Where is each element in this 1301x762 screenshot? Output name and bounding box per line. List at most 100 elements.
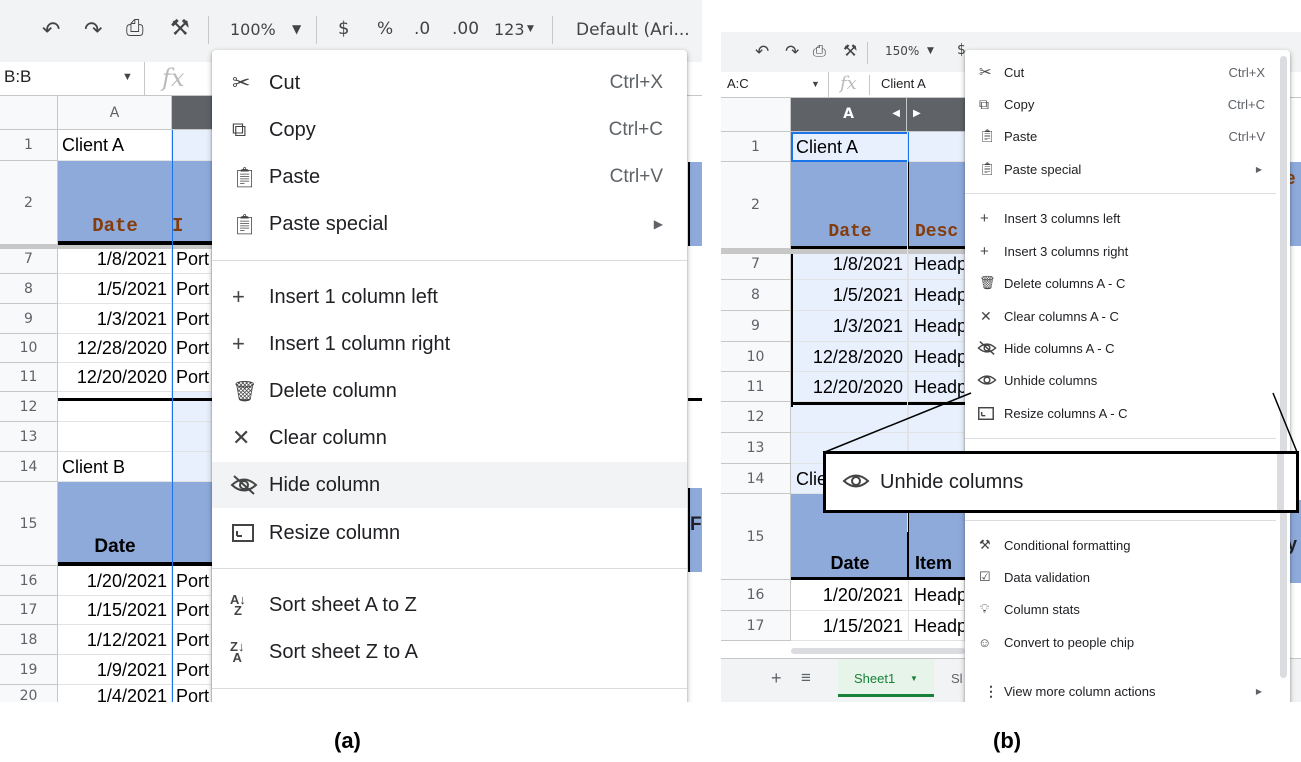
format-select[interactable]: 123 bbox=[494, 20, 525, 39]
cell-a[interactable]: 1/5/2021 bbox=[58, 274, 172, 304]
row-header[interactable]: 10 bbox=[0, 334, 58, 363]
row-header[interactable]: 13 bbox=[0, 422, 58, 452]
cell-b[interactable]: Port bbox=[172, 334, 212, 363]
cell-a[interactable]: Client B bbox=[58, 452, 172, 482]
cell-b[interactable]: Port bbox=[172, 566, 212, 596]
cell-a[interactable]: 12/28/2020 bbox=[58, 334, 172, 363]
row-header[interactable]: 17 bbox=[0, 596, 58, 625]
cell-b[interactable]: Port bbox=[172, 655, 212, 685]
border-line bbox=[58, 398, 212, 401]
row-header[interactable]: 19 bbox=[0, 655, 58, 685]
cell-b bbox=[172, 482, 212, 566]
print-icon[interactable]: ⎙ bbox=[126, 16, 144, 41]
decrease-decimal-button[interactable]: .0 bbox=[414, 19, 430, 39]
menu-label: Paste bbox=[269, 165, 321, 188]
menu-label: Cut bbox=[269, 71, 301, 94]
menu-label: Hide column bbox=[269, 473, 381, 496]
cell-a[interactable]: 1/9/2021 bbox=[58, 655, 172, 685]
eye-off-icon bbox=[230, 474, 258, 496]
cell-a[interactable]: 1/12/2021 bbox=[58, 625, 172, 655]
menu-shortcut: Ctrl+X bbox=[609, 72, 663, 93]
row-header[interactable]: 7 bbox=[0, 245, 58, 274]
menu-item-resize-column[interactable]: Resize column bbox=[212, 515, 687, 551]
row-header[interactable]: 14 bbox=[0, 452, 58, 482]
redo-icon[interactable]: ↷ bbox=[84, 18, 102, 43]
menu-item-insert-right[interactable]: + Insert 1 column right bbox=[212, 326, 687, 362]
cell-b[interactable]: Port bbox=[172, 274, 212, 304]
menu-item-insert-left[interactable]: + Insert 1 column left bbox=[212, 279, 687, 315]
menu-item-sort-z-a[interactable]: Z↓ A Sort sheet Z to A bbox=[212, 634, 687, 670]
menu-label: Delete column bbox=[269, 379, 397, 402]
cell-b[interactable]: Port bbox=[172, 304, 212, 334]
caption-b: (b) bbox=[993, 728, 1022, 753]
cell-b[interactable]: Port bbox=[172, 245, 212, 274]
percent-button[interactable]: % bbox=[377, 19, 393, 39]
row-header[interactable]: 8 bbox=[0, 274, 58, 304]
menu-label: Resize column bbox=[269, 521, 401, 544]
cell-b[interactable] bbox=[172, 422, 212, 452]
row-header[interactable]: 9 bbox=[0, 304, 58, 334]
trash-icon: 🗑︎ bbox=[232, 380, 258, 403]
cell-b[interactable] bbox=[172, 130, 212, 161]
menu-item-copy[interactable]: ⧉ Copy Ctrl+C bbox=[212, 112, 687, 148]
cell-a: Date bbox=[92, 215, 138, 237]
menu-label: Insert 1 column right bbox=[269, 332, 451, 355]
row-header[interactable]: 20 bbox=[0, 685, 58, 702]
cell-b[interactable] bbox=[172, 452, 212, 482]
cell-a[interactable]: 1/4/2021 bbox=[58, 685, 172, 702]
paint-format-icon[interactable]: ⚒ bbox=[170, 16, 190, 41]
cell-a[interactable]: 1/3/2021 bbox=[58, 304, 172, 334]
cell-a[interactable]: 1/8/2021 bbox=[58, 245, 172, 274]
menu-label: Clear column bbox=[269, 426, 387, 449]
menu-item-paste-special[interactable]: 📋︎ Paste special ▶ bbox=[212, 206, 687, 242]
menu-item-hide-column[interactable]: Hide column bbox=[212, 462, 687, 508]
menu-item-paste[interactable]: 📋︎ Paste Ctrl+V bbox=[212, 159, 687, 195]
cell-b[interactable]: Port bbox=[172, 625, 212, 655]
select-all-corner[interactable] bbox=[0, 96, 58, 130]
name-box[interactable]: B:B ▼ bbox=[0, 62, 145, 95]
caption-a: (a) bbox=[334, 728, 361, 753]
eye-icon bbox=[842, 470, 870, 497]
menu-label: Insert 1 column left bbox=[269, 285, 438, 308]
menu-label: Sort sheet A to Z bbox=[269, 593, 417, 616]
cell-b[interactable] bbox=[172, 392, 212, 422]
menu-item-cut[interactable]: ✂ Cut Ctrl+X bbox=[212, 65, 687, 101]
row-header[interactable]: 11 bbox=[0, 363, 58, 392]
cell-b[interactable]: Port bbox=[172, 363, 212, 392]
menu-item-clear-column[interactable]: ✕ Clear column bbox=[212, 420, 687, 456]
name-box-value: B:B bbox=[4, 67, 32, 86]
cell-b[interactable]: Port bbox=[172, 685, 212, 702]
cell-a[interactable]: 1/20/2021 bbox=[58, 566, 172, 596]
column-header-a[interactable]: A bbox=[58, 96, 172, 130]
clipboard-icon: 📋︎ bbox=[232, 213, 258, 236]
context-menu: ✂ Cut Ctrl+X ⧉ Copy Ctrl+C 📋︎ Paste Ctrl… bbox=[212, 50, 687, 702]
cell-a[interactable]: 12/20/2020 bbox=[58, 363, 172, 392]
row-header[interactable]: 1 bbox=[0, 130, 58, 161]
increase-decimal-button[interactable]: .00 bbox=[452, 19, 479, 39]
cell-b: I bbox=[172, 215, 184, 237]
currency-button[interactable]: $ bbox=[338, 18, 349, 39]
zoom-select[interactable]: 100% bbox=[230, 20, 276, 39]
menu-item-sort-a-z[interactable]: A↓ Z Sort sheet A to Z bbox=[212, 587, 687, 623]
undo-icon[interactable]: ↶ bbox=[42, 18, 60, 43]
row-header[interactable]: 12 bbox=[0, 392, 58, 422]
cell-a[interactable]: 1/15/2021 bbox=[58, 596, 172, 625]
cell-a[interactable]: Client A bbox=[58, 130, 172, 161]
table-edge-line bbox=[688, 398, 702, 401]
chevron-down-icon[interactable]: ▼ bbox=[292, 22, 301, 36]
font-select[interactable]: Default (Ari... bbox=[576, 20, 690, 40]
row-header[interactable]: 16 bbox=[0, 566, 58, 596]
menu-item-delete-column[interactable]: 🗑︎ Delete column bbox=[212, 373, 687, 409]
chevron-down-icon: ▼ bbox=[527, 24, 534, 34]
menu-label: Copy bbox=[269, 118, 316, 141]
cell-a[interactable] bbox=[58, 422, 172, 452]
row-header[interactable]: 2 bbox=[0, 161, 58, 245]
resize-icon bbox=[232, 524, 254, 542]
clipboard-icon: 📋︎ bbox=[232, 166, 258, 189]
selection-edge bbox=[172, 130, 173, 702]
cell-a[interactable] bbox=[58, 392, 172, 422]
row-header[interactable]: 15 bbox=[0, 482, 58, 566]
row-header[interactable]: 18 bbox=[0, 625, 58, 655]
cell-b[interactable]: Port bbox=[172, 596, 212, 625]
table-edge-text: F bbox=[688, 488, 702, 572]
